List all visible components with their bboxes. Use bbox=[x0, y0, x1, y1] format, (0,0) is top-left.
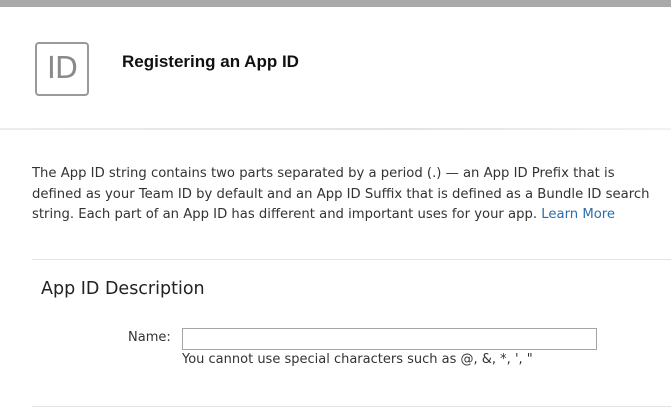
top-bar bbox=[0, 0, 671, 7]
app-id-icon-text: ID bbox=[47, 51, 78, 86]
learn-more-link[interactable]: Learn More bbox=[541, 207, 615, 222]
bottom-divider bbox=[32, 406, 671, 407]
page-header bbox=[0, 7, 671, 129]
name-label: Name: bbox=[128, 330, 171, 345]
name-input[interactable] bbox=[182, 328, 597, 350]
section-title-app-id-description: App ID Description bbox=[41, 279, 205, 299]
page-title: Registering an App ID bbox=[122, 52, 299, 71]
header-divider bbox=[0, 128, 671, 130]
app-id-icon: ID bbox=[35, 42, 89, 96]
section-divider bbox=[32, 259, 671, 260]
intro-paragraph: The App ID string contains two parts sep… bbox=[32, 164, 657, 226]
name-hint: You cannot use special characters such a… bbox=[182, 352, 533, 367]
